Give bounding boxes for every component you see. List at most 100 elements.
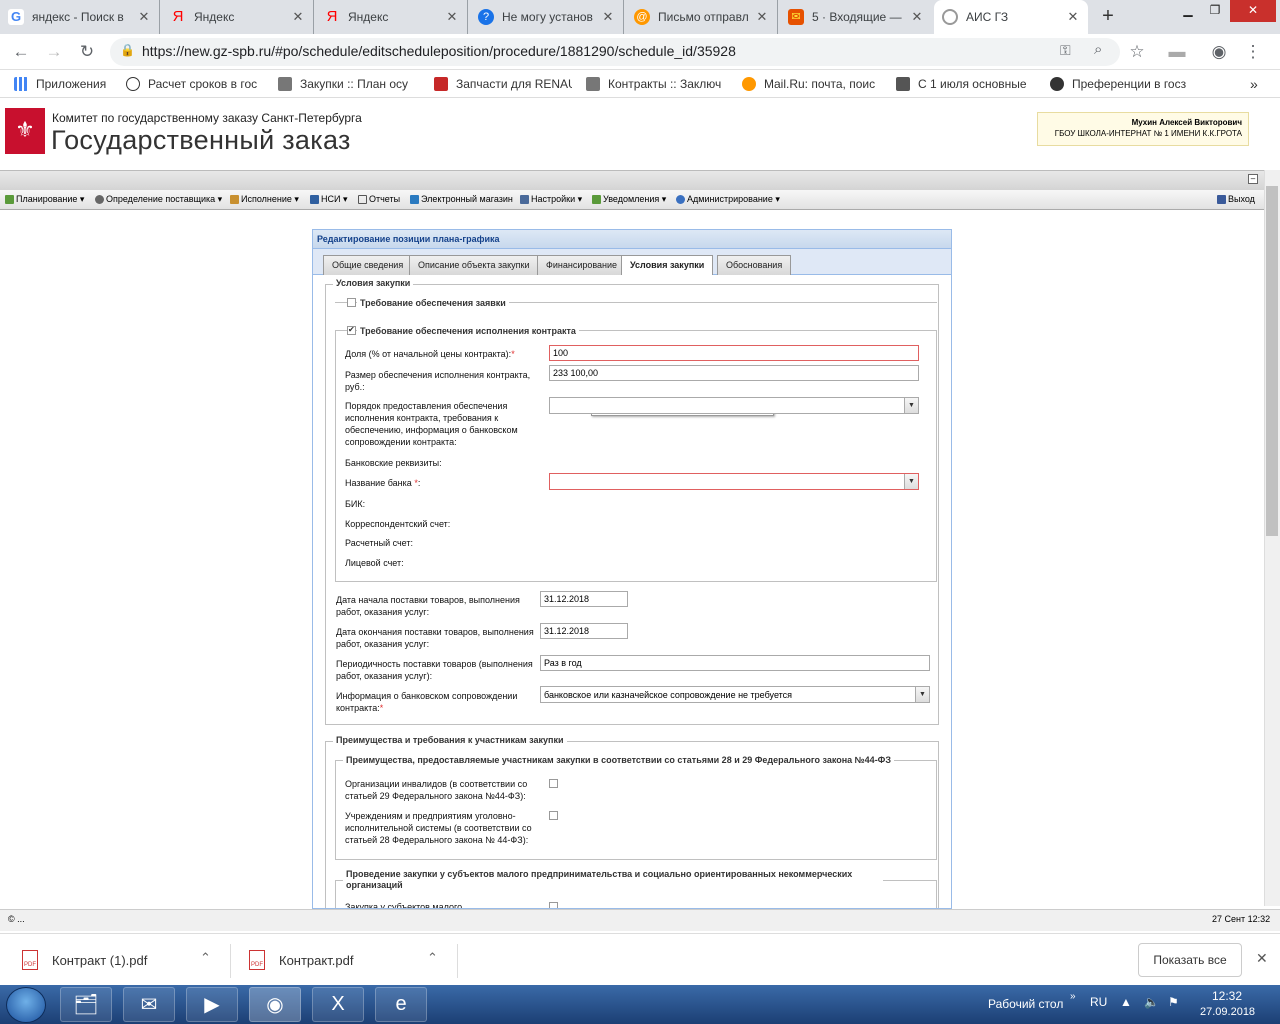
small-business-checkbox[interactable] xyxy=(549,902,558,908)
bank-name-select[interactable]: ▼ xyxy=(549,473,919,490)
close-icon[interactable]: ✕ xyxy=(1256,950,1268,967)
bookmark-mailru[interactable]: Mail.Ru: почта, поис xyxy=(742,75,880,93)
back-icon[interactable]: ← xyxy=(10,42,32,64)
internet-explorer-icon[interactable]: e xyxy=(375,987,427,1022)
tab-financing[interactable]: Финансирование xyxy=(537,255,627,275)
explorer-icon[interactable]: 🗂 xyxy=(60,987,112,1022)
menu-label: Планирование ▾ xyxy=(16,194,85,204)
minimize-button[interactable]: ▁ xyxy=(1175,0,1201,22)
url-text: https://new.gz-spb.ru/#po/schedule/edits… xyxy=(142,43,736,59)
start-button[interactable] xyxy=(6,987,46,1023)
tab-yandex-1[interactable]: Я Яндекс ✕ xyxy=(162,0,314,34)
media-player-icon[interactable]: ▶ xyxy=(186,987,238,1022)
chevron-up-icon[interactable]: ⌃ xyxy=(200,950,211,966)
expand-icon[interactable]: » xyxy=(1070,991,1076,1002)
download-item[interactable]: PDF Контракт.pdf ⌃ xyxy=(249,942,445,978)
clock-time[interactable]: 12:32 xyxy=(1212,989,1242,1003)
bank-support-select[interactable]: банковское или казначейское сопровождени… xyxy=(540,686,930,703)
extension-icon[interactable]: ▬ xyxy=(1166,42,1188,64)
close-icon[interactable]: ✕ xyxy=(445,9,459,25)
new-tab-button[interactable]: + xyxy=(1094,5,1122,29)
bookmark-preferences[interactable]: Преференции в госз xyxy=(1050,75,1190,93)
bookmark-deadlines[interactable]: Расчет сроков в гос xyxy=(126,75,264,93)
close-icon[interactable]: ✕ xyxy=(291,9,305,25)
tab-justifications[interactable]: Обоснования xyxy=(717,255,792,275)
chevron-up-icon[interactable]: ⌃ xyxy=(427,950,438,966)
account-icon[interactable]: ◉ xyxy=(1208,42,1230,64)
url-input[interactable]: 🔒 https://new.gz-spb.ru/#po/schedule/edi… xyxy=(110,38,1120,66)
more-bookmarks-icon[interactable]: » xyxy=(1250,75,1258,93)
app-status-bar: © ... 27 Сент 12:32 xyxy=(0,909,1280,931)
key-icon[interactable]: ⚿ xyxy=(1060,42,1071,59)
menu-execution[interactable]: Исполнение ▾ xyxy=(230,194,299,205)
network-icon[interactable]: ⚑ xyxy=(1168,995,1179,1009)
tab-general[interactable]: Общие сведения xyxy=(323,255,413,275)
menu-notifications[interactable]: Уведомления ▾ xyxy=(592,194,666,205)
chevron-down-icon[interactable]: ▼ xyxy=(904,398,918,413)
logout-button[interactable]: Выход xyxy=(1217,194,1255,204)
bookmark-purchases[interactable]: Закупки :: План осу xyxy=(278,75,418,93)
bookmark-renault[interactable]: Запчасти для RENAU xyxy=(434,75,572,93)
periodicity-input[interactable]: Раз в год xyxy=(540,655,930,671)
download-item[interactable]: PDF Контракт (1).pdf ⌃ xyxy=(22,942,218,978)
bid-guarantee-checkbox[interactable] xyxy=(347,298,356,307)
tab-ais-gz[interactable]: АИС ГЗ ✕ xyxy=(934,0,1088,34)
yandex-icon: Я xyxy=(172,8,184,25)
penal-orgs-checkbox[interactable] xyxy=(549,811,558,820)
menu-settings[interactable]: Настройки ▾ xyxy=(520,194,582,205)
tab-cannot-install[interactable]: ? Не могу установ ✕ xyxy=(470,0,624,34)
tab-letter-sent[interactable]: @ Письмо отправл ✕ xyxy=(626,0,778,34)
show-all-button[interactable]: Показать все xyxy=(1138,943,1242,977)
reload-icon[interactable]: ↻ xyxy=(76,42,98,64)
end-date-input[interactable]: 31.12.2018 xyxy=(540,623,628,639)
close-icon[interactable]: ✕ xyxy=(601,9,615,25)
menu-icon[interactable]: ⋮ xyxy=(1242,42,1264,64)
menu-nsi[interactable]: НСИ ▾ xyxy=(310,194,348,205)
tray-up-icon[interactable]: ▲ xyxy=(1120,995,1132,1009)
tab-object-description[interactable]: Описание объекта закупки xyxy=(409,255,539,275)
collapse-icon[interactable]: – xyxy=(1248,174,1258,184)
menu-eshop[interactable]: Электронный магазин xyxy=(410,194,513,204)
star-icon[interactable]: ☆ xyxy=(1126,42,1148,64)
order-select[interactable]: ▼ xyxy=(549,397,919,414)
bookmark-july[interactable]: С 1 июля основные xyxy=(896,75,1032,93)
close-icon[interactable]: ✕ xyxy=(1066,9,1080,25)
bookmark-label: Контракты :: Заключ xyxy=(608,77,722,91)
language-indicator[interactable]: RU xyxy=(1090,995,1107,1009)
close-window-button[interactable]: ✕ xyxy=(1230,0,1276,22)
tab-inbox[interactable]: ✉ 5 · Входящие — ✕ xyxy=(780,0,932,34)
amount-input[interactable]: 233 100,00 xyxy=(549,365,919,381)
close-icon[interactable]: ✕ xyxy=(755,9,769,25)
bookmark-apps[interactable]: Приложения xyxy=(14,75,114,93)
chrome-icon[interactable]: ◉ xyxy=(249,987,301,1022)
menu-reports[interactable]: Отчеты xyxy=(358,194,400,204)
desktop-toolbar-label[interactable]: Рабочий стол xyxy=(988,997,1063,1011)
forward-icon[interactable]: → xyxy=(43,42,65,64)
contract-guarantee-checkbox[interactable] xyxy=(347,325,356,335)
scrollbar-thumb[interactable] xyxy=(1266,186,1278,536)
nsi-icon xyxy=(310,195,319,204)
restore-button[interactable]: ❐ xyxy=(1202,0,1228,22)
zoom-icon[interactable]: ⌕ xyxy=(1094,41,1102,58)
pen-icon xyxy=(896,77,910,91)
chevron-down-icon[interactable]: ▼ xyxy=(904,474,918,489)
excel-icon[interactable]: X xyxy=(312,987,364,1022)
logout-icon xyxy=(1217,194,1226,204)
tab-yandex-2[interactable]: Я Яндекс ✕ xyxy=(316,0,468,34)
tab-purchase-conditions[interactable]: Условия закупки xyxy=(621,255,714,276)
volume-icon[interactable]: 🔈 xyxy=(1144,995,1159,1009)
disabled-orgs-checkbox[interactable] xyxy=(549,779,558,788)
outlook-icon[interactable]: ✉ xyxy=(123,987,175,1022)
clock-date[interactable]: 27.09.2018 xyxy=(1200,1006,1255,1018)
tab-yandex-search[interactable]: Gяндекс - Поиск в ✕ xyxy=(0,0,160,34)
close-icon[interactable]: ✕ xyxy=(910,9,924,25)
menu-admin[interactable]: Администрирование ▾ xyxy=(676,194,780,205)
share-input[interactable]: 100 xyxy=(549,345,919,361)
bookmark-contracts[interactable]: Контракты :: Заключ xyxy=(586,75,726,93)
chevron-down-icon[interactable]: ▼ xyxy=(915,687,929,702)
close-icon[interactable]: ✕ xyxy=(137,9,151,25)
menu-planning[interactable]: Планирование ▾ xyxy=(5,194,84,205)
bank-support-label: Информация о банковском сопровождении ко… xyxy=(336,690,536,714)
start-date-input[interactable]: 31.12.2018 xyxy=(540,591,628,607)
menu-supplier[interactable]: Определение поставщика ▾ xyxy=(95,194,222,205)
